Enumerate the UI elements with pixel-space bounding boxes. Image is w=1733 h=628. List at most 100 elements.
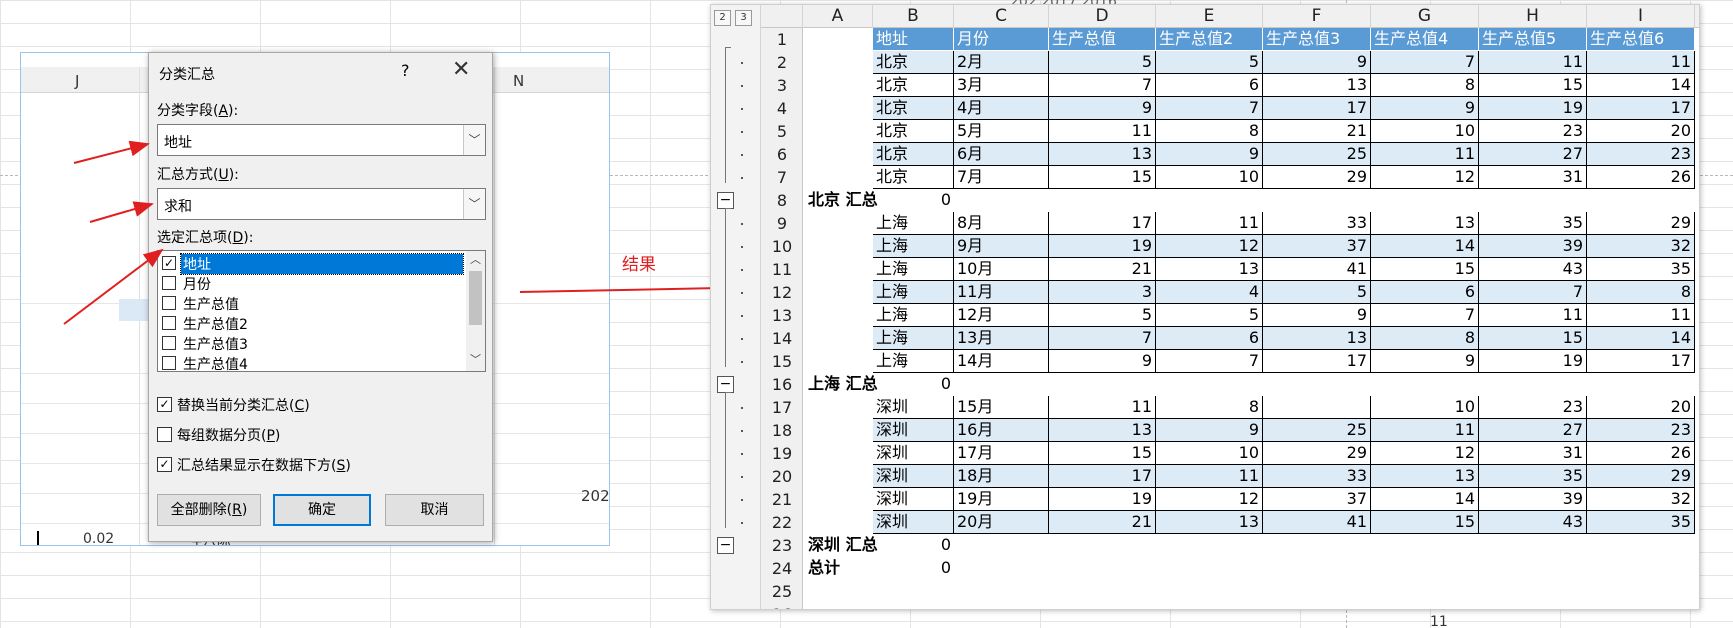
table-cell[interactable]: 29 — [1263, 166, 1371, 189]
collapse-group-button[interactable]: − — [717, 376, 734, 393]
checkbox[interactable] — [162, 276, 176, 290]
row-number[interactable]: 12 — [761, 283, 803, 302]
table-cell[interactable]: 11 — [1479, 304, 1587, 327]
table-cell[interactable]: 13 — [1263, 74, 1371, 97]
table-cell[interactable]: 11月 — [954, 281, 1049, 304]
table-cell[interactable]: 9 — [1263, 51, 1371, 74]
row-number[interactable]: 10 — [761, 237, 803, 256]
table-cell[interactable]: 14 — [1587, 74, 1695, 97]
table-cell[interactable]: 19 — [1479, 97, 1587, 120]
table-cell[interactable]: 7月 — [954, 166, 1049, 189]
table-cell[interactable]: 17 — [1049, 212, 1156, 235]
table-cell[interactable]: 北京 — [873, 143, 954, 166]
table-cell[interactable]: 19月 — [954, 488, 1049, 511]
table-cell[interactable]: 29 — [1587, 465, 1695, 488]
table-cell[interactable]: 17 — [1587, 350, 1695, 373]
table-cell[interactable]: 15 — [1049, 166, 1156, 189]
table-cell[interactable]: 21 — [1049, 511, 1156, 534]
close-button[interactable]: ✕ — [452, 57, 470, 82]
table-cell[interactable]: 3月 — [954, 74, 1049, 97]
table-cell[interactable]: 5 — [1049, 51, 1156, 74]
collapse-group-button[interactable]: − — [717, 192, 734, 209]
table-cell[interactable] — [1263, 396, 1371, 419]
table-cell[interactable]: 14 — [1371, 488, 1479, 511]
table-cell[interactable]: 5月 — [954, 120, 1049, 143]
table-cell[interactable]: 上海 — [873, 235, 954, 258]
row-number[interactable]: 21 — [761, 490, 803, 509]
row-number[interactable]: 1 — [761, 30, 803, 49]
table-cell[interactable]: 41 — [1263, 511, 1371, 534]
table-cell[interactable]: 8 — [1371, 327, 1479, 350]
checkbox-checked[interactable]: ✓ — [162, 256, 176, 270]
checkbox[interactable] — [162, 296, 176, 310]
column-header-c[interactable]: C — [954, 5, 1049, 28]
row-number[interactable]: 8 — [761, 191, 803, 210]
table-header-cell[interactable]: 生产总值 — [1049, 28, 1156, 51]
table-cell[interactable]: 43 — [1479, 511, 1587, 534]
row-number[interactable]: 9 — [761, 214, 803, 233]
row-number[interactable]: 11 — [761, 260, 803, 279]
table-cell[interactable]: 11 — [1156, 465, 1263, 488]
chevron-down-icon[interactable]: ﹀ — [463, 125, 485, 155]
table-cell[interactable]: 6月 — [954, 143, 1049, 166]
table-cell[interactable]: 35 — [1587, 258, 1695, 281]
list-item[interactable]: 生产总值 — [160, 293, 463, 313]
table-cell[interactable]: 9 — [1371, 350, 1479, 373]
table-cell[interactable]: 12 — [1156, 488, 1263, 511]
table-header-cell[interactable]: 生产总值3 — [1263, 28, 1371, 51]
table-cell[interactable]: 10 — [1156, 166, 1263, 189]
row-number[interactable]: 13 — [761, 306, 803, 325]
column-header-f[interactable]: F — [1263, 5, 1371, 28]
table-cell[interactable]: 11 — [1587, 304, 1695, 327]
table-cell[interactable]: 13 — [1371, 465, 1479, 488]
table-cell[interactable]: 13 — [1049, 143, 1156, 166]
table-cell[interactable]: 13 — [1156, 258, 1263, 281]
table-cell[interactable]: 15 — [1371, 258, 1479, 281]
table-cell[interactable]: 17 — [1049, 465, 1156, 488]
table-cell[interactable]: 7 — [1049, 74, 1156, 97]
ok-button[interactable]: 确定 — [273, 494, 371, 526]
table-cell[interactable]: 11 — [1049, 396, 1156, 419]
table-cell[interactable]: 深圳 — [873, 419, 954, 442]
row-number[interactable]: 6 — [761, 145, 803, 164]
table-cell[interactable]: 11 — [1049, 120, 1156, 143]
field-select[interactable]: 地址 ﹀ — [157, 124, 486, 156]
table-header-cell[interactable]: 月份 — [954, 28, 1049, 51]
list-item[interactable]: 生产总值4 — [160, 353, 463, 371]
chevron-down-icon[interactable]: ﹀ — [466, 351, 485, 369]
table-cell[interactable]: 9 — [1049, 97, 1156, 120]
table-cell[interactable]: 9 — [1156, 419, 1263, 442]
cancel-button[interactable]: 取消 — [385, 494, 484, 526]
table-cell[interactable]: 7 — [1371, 304, 1479, 327]
table-cell[interactable]: 上海 — [873, 212, 954, 235]
table-cell[interactable]: 33 — [1263, 465, 1371, 488]
row-number[interactable]: 3 — [761, 76, 803, 95]
row-number[interactable]: 23 — [761, 536, 803, 555]
table-cell[interactable]: 12 — [1156, 235, 1263, 258]
table-cell[interactable]: 15月 — [954, 396, 1049, 419]
table-cell[interactable]: 17 — [1587, 97, 1695, 120]
table-cell[interactable]: 5 — [1263, 281, 1371, 304]
table-cell[interactable]: 11 — [1371, 143, 1479, 166]
table-cell[interactable]: 20 — [1587, 120, 1695, 143]
table-header-cell[interactable]: 地址 — [873, 28, 954, 51]
row-number[interactable]: 18 — [761, 421, 803, 440]
table-cell[interactable]: 9 — [1263, 304, 1371, 327]
outline-level-3-button[interactable]: 3 — [735, 10, 752, 26]
table-cell[interactable]: 9 — [1049, 350, 1156, 373]
table-cell[interactable]: 上海 — [873, 327, 954, 350]
table-cell[interactable]: 43 — [1479, 258, 1587, 281]
table-cell[interactable]: 4月 — [954, 97, 1049, 120]
table-cell[interactable]: 11 — [1156, 212, 1263, 235]
column-header-b[interactable]: B — [873, 5, 954, 28]
list-item[interactable]: 月份 — [160, 273, 463, 293]
table-cell[interactable]: 37 — [1263, 488, 1371, 511]
table-cell[interactable]: 31 — [1479, 442, 1587, 465]
table-cell[interactable]: 9 — [1371, 97, 1479, 120]
row-number[interactable]: 26 — [761, 605, 803, 609]
checkbox-checked[interactable]: ✓ — [157, 457, 172, 472]
subtotal-label[interactable]: 总计 — [805, 557, 895, 580]
table-cell[interactable]: 16月 — [954, 419, 1049, 442]
chevron-up-icon[interactable]: ︿ — [466, 251, 485, 269]
table-cell[interactable]: 北京 — [873, 74, 954, 97]
